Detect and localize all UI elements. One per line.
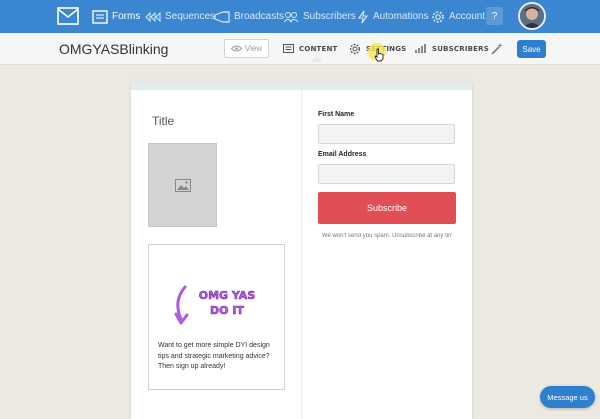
nav-sequences-label: Sequences	[165, 11, 216, 22]
broadcasts-icon	[214, 10, 230, 23]
content-icon	[283, 44, 294, 53]
form-top-strip	[131, 81, 472, 90]
spam-disclaimer: We won't send you spam. Unsubscribe at a…	[322, 233, 452, 239]
nav-forms-label: Forms	[112, 11, 141, 22]
nav-account-label: Account	[449, 11, 486, 22]
omg-yas-do-it-graphic: OMG YAS DO IT	[174, 285, 256, 325]
magic-wand-icon[interactable]	[490, 42, 504, 56]
nav-sequences[interactable]: Sequences	[145, 0, 215, 33]
form-preview: Title OMG YAS DO IT Want to get more sim…	[131, 81, 472, 419]
sequences-icon	[145, 11, 161, 22]
subscribers-icon	[283, 11, 299, 22]
nav-account[interactable]: Account	[431, 0, 485, 33]
email-address-input[interactable]	[318, 164, 455, 184]
subscribe-button[interactable]: Subscribe	[318, 192, 456, 224]
save-button[interactable]: Save	[517, 40, 546, 58]
tab-subscribers[interactable]: SUBSCRIBERS	[415, 33, 489, 64]
nav-broadcasts-label: Broadcasts	[234, 11, 285, 22]
nav-forms[interactable]: Forms	[92, 0, 140, 33]
avatar-photo-icon	[520, 4, 544, 28]
nav-subscribers[interactable]: Subscribers	[283, 0, 356, 33]
promo-content-block[interactable]: OMG YAS DO IT Want to get more simple DY…	[148, 244, 285, 390]
view-button[interactable]: View	[224, 39, 269, 58]
active-tab-indicator	[311, 56, 323, 62]
automations-icon	[357, 10, 369, 23]
user-avatar[interactable]	[518, 2, 546, 30]
hand-cursor-icon	[374, 48, 384, 62]
eye-icon	[230, 45, 242, 52]
tab-content-label: CONTENT	[299, 44, 338, 53]
email-address-label: Email Address	[318, 151, 367, 158]
form-title[interactable]: OMGYASBlinking	[59, 41, 168, 57]
svg-text:OMG YAS: OMG YAS	[199, 289, 256, 302]
view-label: View	[244, 44, 263, 53]
form-editor-header: OMGYASBlinking View CONTENT SETTINGS SUB…	[0, 33, 600, 65]
gear-icon	[349, 43, 361, 54]
image-placeholder[interactable]	[148, 143, 217, 227]
first-name-label: First Name	[318, 111, 355, 118]
nav-subscribers-label: Subscribers	[303, 11, 356, 22]
forms-icon	[92, 9, 108, 24]
form-heading[interactable]: Title	[152, 114, 174, 128]
nav-broadcasts[interactable]: Broadcasts	[214, 0, 284, 33]
tab-subscribers-label: SUBSCRIBERS	[432, 44, 489, 53]
column-divider	[301, 90, 302, 419]
bar-chart-icon	[415, 44, 426, 53]
nav-automations-label: Automations	[373, 11, 429, 22]
mail-logo-icon[interactable]	[57, 7, 79, 25]
nav-automations[interactable]: Automations	[357, 0, 429, 33]
message-us-button[interactable]: Message us	[540, 386, 595, 408]
first-name-input[interactable]	[318, 124, 455, 144]
svg-text:DO IT: DO IT	[210, 304, 244, 317]
image-icon	[174, 178, 191, 192]
gear-icon	[432, 10, 444, 23]
promo-text: Want to get more simple DYI design tips …	[158, 342, 270, 370]
help-button[interactable]: ?	[486, 7, 503, 25]
top-nav: Forms Sequences Broadcasts Subscribers A…	[0, 0, 600, 33]
